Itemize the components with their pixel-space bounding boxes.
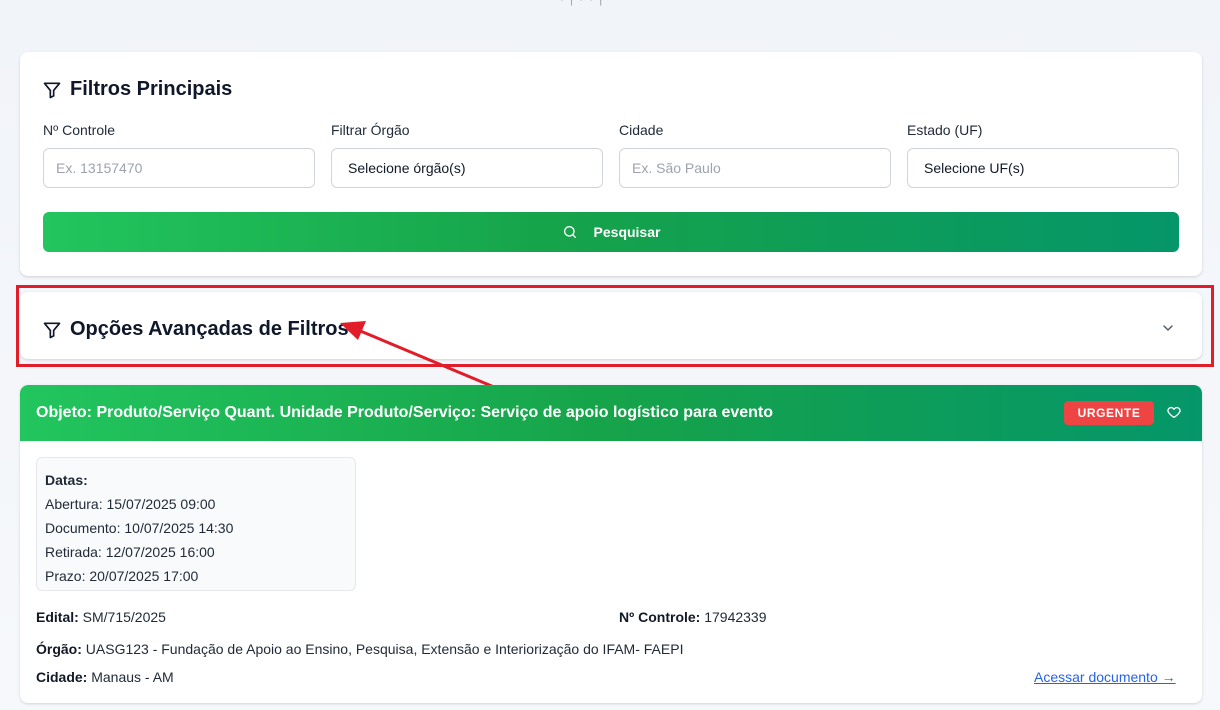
cidade-label: Cidade <box>619 122 664 138</box>
controle-info-value: 17942339 <box>704 609 767 625</box>
controle-info-label: Nº Controle: <box>619 609 701 625</box>
controle-info: Nº Controle: 17942339 <box>619 609 767 625</box>
orgao-info: Órgão: UASG123 - Fundação de Apoio ao En… <box>36 641 683 657</box>
chevron-down-icon[interactable] <box>1160 320 1176 336</box>
main-filters-card: Filtros Principais Nº Controle Filtrar Ó… <box>20 52 1202 276</box>
edital-info: Edital: SM/715/2025 <box>36 609 166 625</box>
dates-box: Datas: Abertura: 15/07/2025 09:00 Docume… <box>36 457 356 591</box>
date-retirada: Retirada: 12/07/2025 16:00 <box>45 544 215 560</box>
result-card: Objeto: Produto/Serviço Quant. Unidade P… <box>20 385 1202 703</box>
controle-field: Nº Controle <box>43 122 315 188</box>
date-prazo: Prazo: 20/07/2025 17:00 <box>45 568 199 584</box>
filter-icon <box>43 322 61 338</box>
advanced-filters-toggle[interactable]: Opções Avançadas de Filtros <box>20 292 1202 359</box>
edital-value: SM/715/2025 <box>82 609 166 625</box>
cidade-info: Cidade: Manaus - AM <box>36 669 174 685</box>
uf-field: Estado (UF) Selecione UF(s) <box>907 122 1179 188</box>
main-filters-title-text: Filtros Principais <box>70 78 233 100</box>
search-icon <box>563 226 576 238</box>
date-documento: Documento: 10/07/2025 14:30 <box>45 520 234 536</box>
orgao-info-label: Órgão: <box>36 641 82 657</box>
cidade-input[interactable] <box>619 148 891 188</box>
orgao-label: Filtrar Órgão <box>331 122 410 138</box>
controle-label: Nº Controle <box>43 122 116 138</box>
advanced-filters-title-text: Opções Avançadas de Filtros <box>70 318 349 340</box>
orgao-select[interactable]: Selecione órgão(s) <box>331 148 603 188</box>
urgent-badge: URGENTE <box>1064 401 1154 425</box>
search-button-label: Pesquisar <box>593 224 661 240</box>
date-abertura: Abertura: 15/07/2025 09:00 <box>45 496 216 512</box>
heart-icon[interactable] <box>1166 404 1182 420</box>
access-document-link[interactable]: Acessar documento → <box>1034 669 1176 685</box>
cidade-info-label: Cidade: <box>36 669 88 685</box>
result-header: Objeto: Produto/Serviço Quant. Unidade P… <box>20 385 1202 441</box>
filter-icon <box>43 82 61 98</box>
orgao-info-value: UASG123 - Fundação de Apoio ao Ensino, P… <box>85 641 684 657</box>
advanced-filters-title: Opções Avançadas de Filtros <box>42 318 349 341</box>
dates-title: Datas: <box>45 472 88 488</box>
search-button[interactable]: Pesquisar <box>43 212 1179 252</box>
controle-input[interactable] <box>43 148 315 188</box>
uf-select[interactable]: Selecione UF(s) <box>907 148 1179 188</box>
uf-label: Estado (UF) <box>907 122 983 138</box>
orgao-field: Filtrar Órgão Selecione órgão(s) <box>331 122 603 188</box>
main-filters-title: Filtros Principais <box>42 78 232 101</box>
cidade-field: Cidade <box>619 122 891 188</box>
cidade-info-value: Manaus - AM <box>91 669 174 685</box>
scroll-remnant: ·|··| <box>560 0 630 6</box>
edital-label: Edital: <box>36 609 79 625</box>
result-title: Objeto: Produto/Serviço Quant. Unidade P… <box>36 404 774 421</box>
